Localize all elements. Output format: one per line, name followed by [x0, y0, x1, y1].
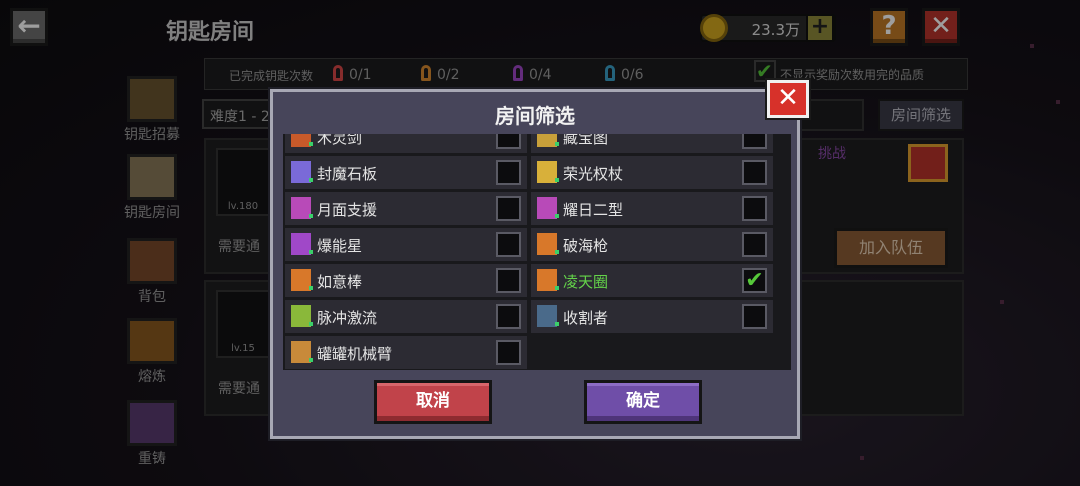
filter-item-label: 罐罐机械臂	[317, 345, 393, 363]
filter-item-label: 如意棒	[317, 273, 363, 291]
quality-dot	[309, 322, 313, 326]
filter-item[interactable]: 荣光权杖	[531, 156, 773, 189]
filter-item-label: 藏宝图	[563, 134, 609, 147]
cancel-button[interactable]: 取消	[374, 380, 492, 424]
filter-item-label: 封魔石板	[317, 165, 378, 183]
quality-dot	[555, 286, 559, 290]
filter-item-list[interactable]: 木灵剑 封魔石板 月面支援 爆能星 如意棒 脉冲激流 罐罐机械臂 藏宝图 荣光权…	[283, 134, 791, 370]
quality-dot	[309, 358, 313, 362]
filter-item[interactable]: 月面支援	[285, 192, 527, 225]
weapon-icon	[537, 233, 557, 255]
weapon-icon	[291, 233, 311, 255]
filter-checkbox[interactable]	[496, 232, 521, 257]
weapon-icon	[537, 134, 557, 147]
quality-dot	[309, 142, 313, 146]
weapon-icon	[537, 197, 557, 219]
quality-dot	[555, 250, 559, 254]
weapon-icon	[537, 269, 557, 291]
filter-checkbox[interactable]	[496, 268, 521, 293]
filter-checkbox[interactable]	[496, 340, 521, 365]
filter-item-label: 爆能星	[317, 237, 363, 255]
filter-item-label: 耀日二型	[563, 201, 624, 219]
filter-checkbox[interactable]	[742, 196, 767, 221]
filter-checkbox-checked[interactable]: ✔	[742, 268, 767, 293]
quality-dot	[555, 214, 559, 218]
filter-item[interactable]: 封魔石板	[285, 156, 527, 189]
close-icon: ✕	[777, 83, 799, 113]
filter-item-label: 木灵剑	[317, 134, 363, 147]
filter-item-label: 破海枪	[563, 237, 609, 255]
quality-dot	[309, 214, 313, 218]
filter-checkbox[interactable]	[742, 160, 767, 185]
weapon-icon	[291, 305, 311, 327]
room-filter-dialog: 房间筛选 木灵剑 封魔石板 月面支援 爆能星 如意棒 脉冲激流 罐罐机械臂 藏宝…	[270, 89, 800, 439]
quality-dot	[555, 322, 559, 326]
quality-dot	[309, 178, 313, 182]
filter-item-selected[interactable]: 凌天圈 ✔	[531, 264, 773, 297]
weapon-icon	[537, 305, 557, 327]
filter-item[interactable]: 耀日二型	[531, 192, 773, 225]
dialog-title: 房间筛选	[495, 104, 575, 128]
filter-item-label: 脉冲激流	[317, 309, 378, 327]
filter-item[interactable]: 脉冲激流	[285, 300, 527, 333]
filter-item-label: 月面支援	[317, 201, 378, 219]
quality-dot	[555, 178, 559, 182]
filter-item[interactable]: 爆能星	[285, 228, 527, 261]
filter-checkbox[interactable]	[496, 134, 521, 149]
filter-checkbox[interactable]	[742, 232, 767, 257]
filter-checkbox[interactable]	[496, 160, 521, 185]
weapon-icon	[291, 341, 311, 363]
filter-item[interactable]: 如意棒	[285, 264, 527, 297]
filter-item[interactable]: 木灵剑	[285, 134, 527, 153]
filter-item-label: 收割者	[563, 309, 609, 327]
quality-dot	[555, 142, 559, 146]
filter-item[interactable]: 收割者	[531, 300, 773, 333]
weapon-icon	[291, 134, 311, 147]
filter-item-label: 荣光权杖	[563, 165, 624, 183]
filter-checkbox[interactable]	[496, 196, 521, 221]
weapon-icon	[291, 161, 311, 183]
dialog-close-button[interactable]: ✕	[767, 80, 809, 118]
weapon-icon	[291, 197, 311, 219]
filter-checkbox[interactable]	[742, 304, 767, 329]
weapon-icon	[291, 269, 311, 291]
quality-dot	[309, 250, 313, 254]
weapon-icon	[537, 161, 557, 183]
filter-item[interactable]: 藏宝图	[531, 134, 773, 153]
filter-item-label: 凌天圈	[563, 273, 609, 291]
filter-checkbox[interactable]	[742, 134, 767, 149]
filter-checkbox[interactable]	[496, 304, 521, 329]
quality-dot	[309, 286, 313, 290]
filter-item[interactable]: 破海枪	[531, 228, 773, 261]
confirm-button[interactable]: 确定	[584, 380, 702, 424]
filter-item[interactable]: 罐罐机械臂	[285, 336, 527, 369]
